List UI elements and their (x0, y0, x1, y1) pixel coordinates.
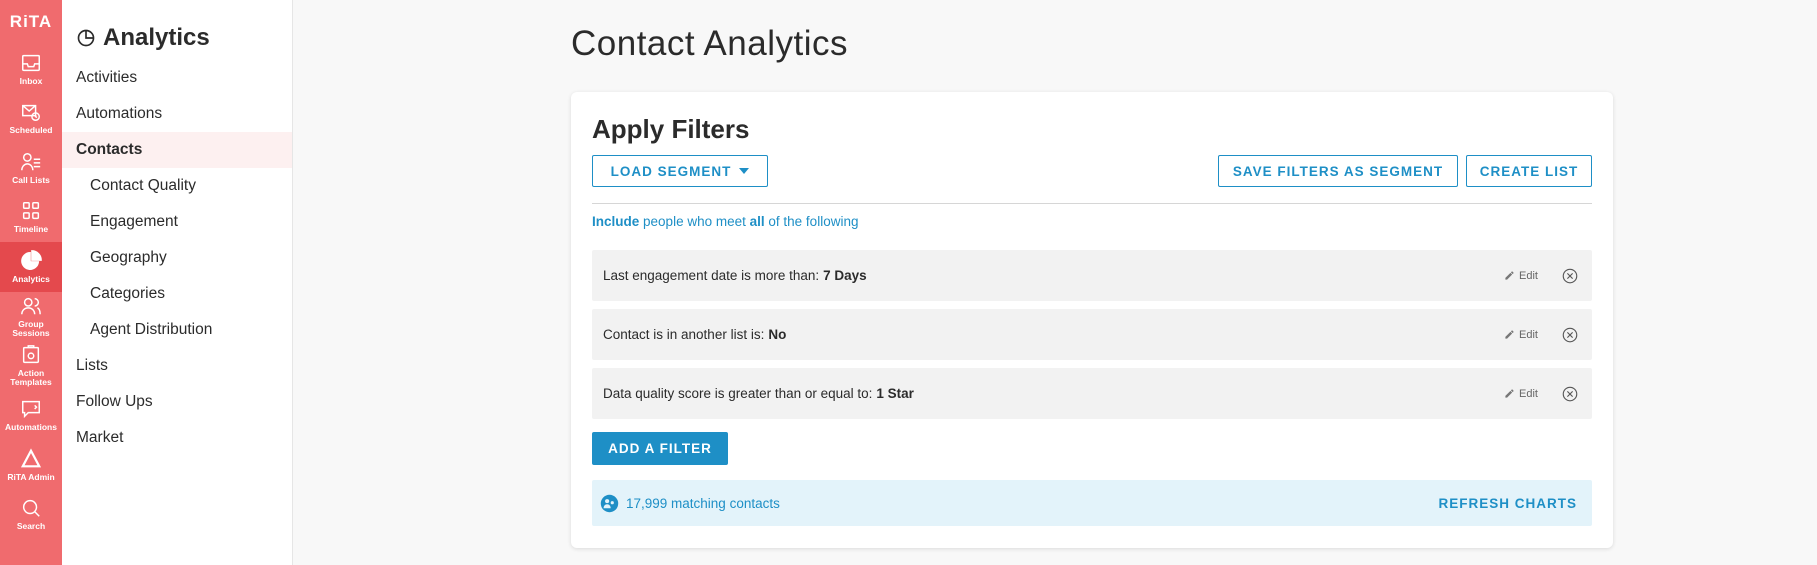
rail-item-inbox[interactable]: Inbox (0, 44, 62, 94)
rail-item-action-templates[interactable]: Action Templates (0, 341, 62, 391)
match-rule: Include people who meet all of the follo… (592, 214, 858, 229)
save-segment-button[interactable]: SAVE FILTERS AS SEGMENT (1218, 155, 1458, 187)
group-sessions-icon (21, 297, 41, 315)
load-segment-label: LOAD SEGMENT (610, 163, 732, 179)
edit-label: Edit (1519, 269, 1538, 282)
pie-chart-icon (77, 29, 95, 47)
rail-label: Inbox (19, 75, 43, 86)
add-filter-button[interactable]: ADD A FILTER (592, 432, 728, 465)
rail-item-analytics[interactable]: Analytics (0, 242, 62, 292)
caret-down-icon (739, 168, 750, 174)
nav-item-agent-distribution[interactable]: Agent Distribution (62, 312, 292, 348)
load-segment-button[interactable]: LOAD SEGMENT (592, 155, 768, 187)
action-templates-icon (22, 345, 40, 364)
refresh-charts-button[interactable]: REFRESH CHARTS (1438, 496, 1577, 511)
edit-filter-button[interactable]: Edit (1504, 388, 1538, 400)
rail-item-search[interactable]: Search (0, 490, 62, 540)
rail-item-automations[interactable]: Automations (0, 391, 62, 441)
rule-include[interactable]: Include (592, 214, 639, 229)
rail-item-timeline[interactable]: Timeline (0, 193, 62, 243)
filter-row: Data quality score is greater than or eq… (592, 368, 1592, 419)
pencil-icon (1505, 330, 1514, 339)
rule-all[interactable]: all (750, 214, 765, 229)
edit-label: Edit (1519, 328, 1538, 341)
subnav-header: Analytics (62, 0, 292, 60)
filter-value: 7 Days (823, 268, 867, 283)
rail-label: Automations (5, 422, 57, 433)
nav-item-follow-ups[interactable]: Follow Ups (62, 384, 292, 420)
rule-text: people who meet (643, 214, 746, 229)
filter-value: No (768, 327, 787, 342)
create-list-button[interactable]: CREATE LIST (1466, 155, 1592, 187)
nav-item-automations[interactable]: Automations (62, 96, 292, 132)
card-title: Apply Filters (592, 114, 750, 144)
nav-item-engagement[interactable]: Engagement (62, 204, 292, 240)
rail-item-scheduled[interactable]: Scheduled (0, 94, 62, 144)
filter-row: Contact is in another list is: No Edit (592, 309, 1592, 360)
matching-count: 17,999 matching contacts (626, 495, 780, 511)
rail-label: Scheduled (9, 125, 53, 136)
filters-card: Apply Filters LOAD SEGMENT SAVE FILTERS … (571, 92, 1613, 548)
timeline-icon (22, 202, 40, 220)
nav-item-market[interactable]: Market (62, 420, 292, 456)
analytics-icon (21, 249, 42, 270)
rail-item-rita-admin[interactable]: RiTA Admin (0, 440, 62, 490)
rail-item-group-sessions[interactable]: Group Sessions (0, 292, 62, 342)
rail-label: Search (16, 521, 46, 532)
divider (592, 203, 1592, 204)
nav-item-categories[interactable]: Categories (62, 276, 292, 312)
remove-filter-button[interactable] (1561, 267, 1579, 285)
inbox-icon (22, 54, 40, 71)
analytics-subnav: Analytics Activities Automations Contact… (62, 0, 293, 565)
matching-contacts-bar: 17,999 matching contacts REFRESH CHARTS (592, 480, 1592, 526)
rita-logo[interactable]: RiTA (0, 0, 62, 44)
search-icon (22, 500, 40, 518)
close-circle-icon (1562, 327, 1578, 342)
nav-item-contacts[interactable]: Contacts (62, 132, 292, 168)
rail-label: Action Templates (10, 368, 52, 388)
filter-text: Last engagement date is more than: (603, 268, 820, 283)
nav-item-activities[interactable]: Activities (62, 60, 292, 96)
remove-filter-button[interactable] (1561, 385, 1579, 403)
call-lists-icon (21, 152, 41, 171)
app-rail: RiTA Inbox Scheduled Call Lists Timeline… (0, 0, 62, 565)
edit-filter-button[interactable]: Edit (1504, 329, 1538, 341)
filter-row: Last engagement date is more than: 7 Day… (592, 250, 1592, 301)
nav-item-lists[interactable]: Lists (62, 348, 292, 384)
nav-item-geography[interactable]: Geography (62, 240, 292, 276)
rail-label: RiTA Admin (7, 471, 55, 482)
rail-label: Timeline (13, 224, 49, 235)
rail-label: Analytics (12, 273, 50, 284)
nav-item-contact-quality[interactable]: Contact Quality (62, 168, 292, 204)
rail-label: Group Sessions (12, 318, 50, 338)
page-title: Contact Analytics (571, 24, 848, 63)
rita-admin-icon (20, 448, 42, 468)
filter-text: Contact is in another list is: (603, 327, 765, 342)
subnav-title: Analytics (103, 24, 210, 51)
contacts-group-icon (600, 494, 619, 512)
rail-label: Call Lists (12, 174, 50, 185)
rule-text: of the following (768, 214, 859, 229)
automations-icon (22, 401, 40, 419)
filter-value: 1 Star (876, 386, 914, 401)
close-circle-icon (1562, 386, 1578, 401)
filter-text: Data quality score is greater than or eq… (603, 386, 873, 401)
close-circle-icon (1562, 268, 1578, 283)
edit-label: Edit (1519, 387, 1538, 400)
remove-filter-button[interactable] (1561, 326, 1579, 344)
pencil-icon (1505, 271, 1514, 280)
scheduled-icon (22, 105, 40, 122)
rail-item-call-lists[interactable]: Call Lists (0, 143, 62, 193)
pencil-icon (1505, 389, 1514, 398)
edit-filter-button[interactable]: Edit (1504, 270, 1538, 282)
